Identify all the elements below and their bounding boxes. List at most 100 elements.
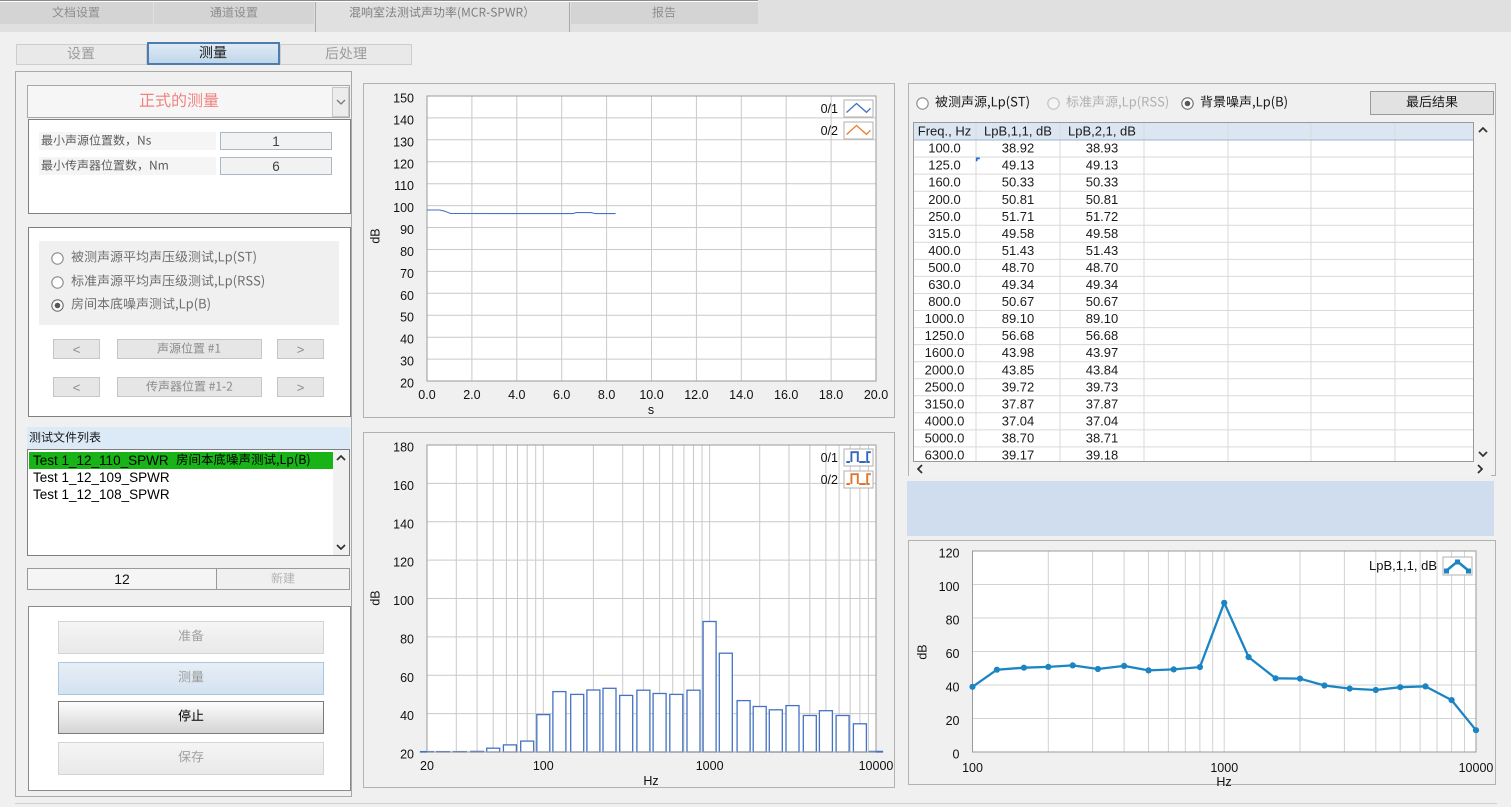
svg-text:100.0: 100.0 <box>928 141 961 156</box>
svg-text:38.93: 38.93 <box>1086 141 1119 156</box>
svg-text:1600.0: 1600.0 <box>925 345 965 360</box>
svg-text:50.67: 50.67 <box>1086 294 1119 309</box>
svg-text:50.33: 50.33 <box>1086 175 1119 190</box>
svg-text:dB: dB <box>916 644 930 659</box>
svg-text:100: 100 <box>533 759 554 773</box>
svg-text:250.0: 250.0 <box>928 209 961 224</box>
svg-text:56.68: 56.68 <box>1086 328 1119 343</box>
svg-text:20: 20 <box>946 714 960 728</box>
svg-text:56.68: 56.68 <box>1002 328 1035 343</box>
svg-text:10000: 10000 <box>859 759 894 773</box>
svg-text:39.17: 39.17 <box>1002 448 1035 463</box>
svg-text:37.04: 37.04 <box>1086 413 1119 428</box>
svg-text:40: 40 <box>400 709 414 723</box>
svg-text:1000.0: 1000.0 <box>925 311 965 326</box>
svg-text:50: 50 <box>400 311 414 325</box>
svg-text:51.43: 51.43 <box>1002 243 1035 258</box>
svg-text:80: 80 <box>946 614 960 628</box>
svg-text:400.0: 400.0 <box>928 243 961 258</box>
svg-text:48.70: 48.70 <box>1086 260 1119 275</box>
svg-text:16.0: 16.0 <box>774 388 798 402</box>
svg-text:6.0: 6.0 <box>553 388 570 402</box>
svg-text:43.98: 43.98 <box>1002 345 1035 360</box>
svg-text:0/2: 0/2 <box>821 124 838 138</box>
svg-text:200.0: 200.0 <box>928 192 961 207</box>
svg-text:100: 100 <box>393 201 414 215</box>
svg-text:50.81: 50.81 <box>1086 192 1119 207</box>
svg-text:500.0: 500.0 <box>928 260 961 275</box>
svg-text:Freq., Hz: Freq., Hz <box>918 124 971 139</box>
svg-text:1250.0: 1250.0 <box>925 328 965 343</box>
svg-text:100: 100 <box>962 761 983 775</box>
svg-text:0.0: 0.0 <box>418 388 435 402</box>
svg-text:37.04: 37.04 <box>1002 413 1035 428</box>
svg-text:18.0: 18.0 <box>819 388 843 402</box>
svg-text:dB: dB <box>369 228 383 243</box>
svg-text:12.0: 12.0 <box>684 388 708 402</box>
svg-text:630.0: 630.0 <box>928 277 961 292</box>
svg-text:50.33: 50.33 <box>1002 175 1035 190</box>
svg-text:120: 120 <box>393 157 414 171</box>
svg-text:3150.0: 3150.0 <box>925 396 965 411</box>
svg-text:43.97: 43.97 <box>1086 345 1119 360</box>
svg-text:49.34: 49.34 <box>1002 277 1035 292</box>
svg-text:dB: dB <box>369 590 383 605</box>
svg-text:LpB,1,1, dB: LpB,1,1, dB <box>984 124 1052 139</box>
svg-text:110: 110 <box>394 179 414 193</box>
svg-text:14.0: 14.0 <box>729 388 753 402</box>
svg-text:51.43: 51.43 <box>1086 243 1119 258</box>
svg-text:39.18: 39.18 <box>1086 448 1119 463</box>
svg-text:Hz: Hz <box>1216 775 1231 789</box>
svg-text:0/1: 0/1 <box>821 451 838 465</box>
svg-text:89.10: 89.10 <box>1086 311 1119 326</box>
svg-text:160: 160 <box>393 479 414 493</box>
svg-text:2000.0: 2000.0 <box>925 362 965 377</box>
svg-text:39.73: 39.73 <box>1086 379 1119 394</box>
svg-text:10000: 10000 <box>1459 761 1494 775</box>
svg-text:4000.0: 4000.0 <box>925 413 965 428</box>
svg-text:49.13: 49.13 <box>1086 158 1119 173</box>
svg-text:20: 20 <box>400 377 414 391</box>
svg-text:43.84: 43.84 <box>1086 362 1119 377</box>
svg-text:1000: 1000 <box>1210 761 1238 775</box>
svg-text:125.0: 125.0 <box>928 158 961 173</box>
svg-text:49.58: 49.58 <box>1002 226 1035 241</box>
svg-text:Hz: Hz <box>643 774 658 788</box>
svg-text:LpB,2,1, dB: LpB,2,1, dB <box>1068 124 1136 139</box>
svg-text:130: 130 <box>393 135 414 149</box>
svg-text:150: 150 <box>393 92 414 106</box>
svg-text:39.72: 39.72 <box>1002 379 1035 394</box>
svg-text:38.92: 38.92 <box>1002 141 1035 156</box>
svg-text:2500.0: 2500.0 <box>925 379 965 394</box>
svg-text:140: 140 <box>393 517 414 531</box>
svg-text:49.58: 49.58 <box>1086 226 1119 241</box>
svg-text:40: 40 <box>946 681 960 695</box>
svg-text:160.0: 160.0 <box>928 175 961 190</box>
svg-text:37.87: 37.87 <box>1002 396 1035 411</box>
svg-text:20.0: 20.0 <box>864 388 888 402</box>
svg-text:800.0: 800.0 <box>928 294 961 309</box>
svg-text:120: 120 <box>393 556 414 570</box>
svg-text:0/2: 0/2 <box>821 473 838 487</box>
svg-text:40: 40 <box>400 333 414 347</box>
svg-text:6300.0: 6300.0 <box>925 448 965 463</box>
svg-text:1000: 1000 <box>696 759 724 773</box>
svg-text:70: 70 <box>400 267 414 281</box>
svg-text:LpB,1,1, dB: LpB,1,1, dB <box>1369 558 1437 573</box>
svg-text:50.67: 50.67 <box>1002 294 1035 309</box>
svg-text:37.87: 37.87 <box>1086 396 1119 411</box>
svg-text:180: 180 <box>393 441 414 455</box>
svg-text:20: 20 <box>400 748 414 762</box>
svg-text:20: 20 <box>420 759 434 773</box>
svg-text:38.71: 38.71 <box>1086 430 1119 445</box>
svg-text:5000.0: 5000.0 <box>925 430 965 445</box>
svg-text:10.0: 10.0 <box>639 388 663 402</box>
svg-text:100: 100 <box>393 594 414 608</box>
svg-text:s: s <box>648 403 654 417</box>
svg-text:100: 100 <box>939 580 960 594</box>
svg-text:49.13: 49.13 <box>1002 158 1035 173</box>
svg-text:2.0: 2.0 <box>463 388 480 402</box>
svg-text:0: 0 <box>953 748 960 762</box>
svg-text:80: 80 <box>400 245 414 259</box>
svg-text:49.34: 49.34 <box>1086 277 1119 292</box>
